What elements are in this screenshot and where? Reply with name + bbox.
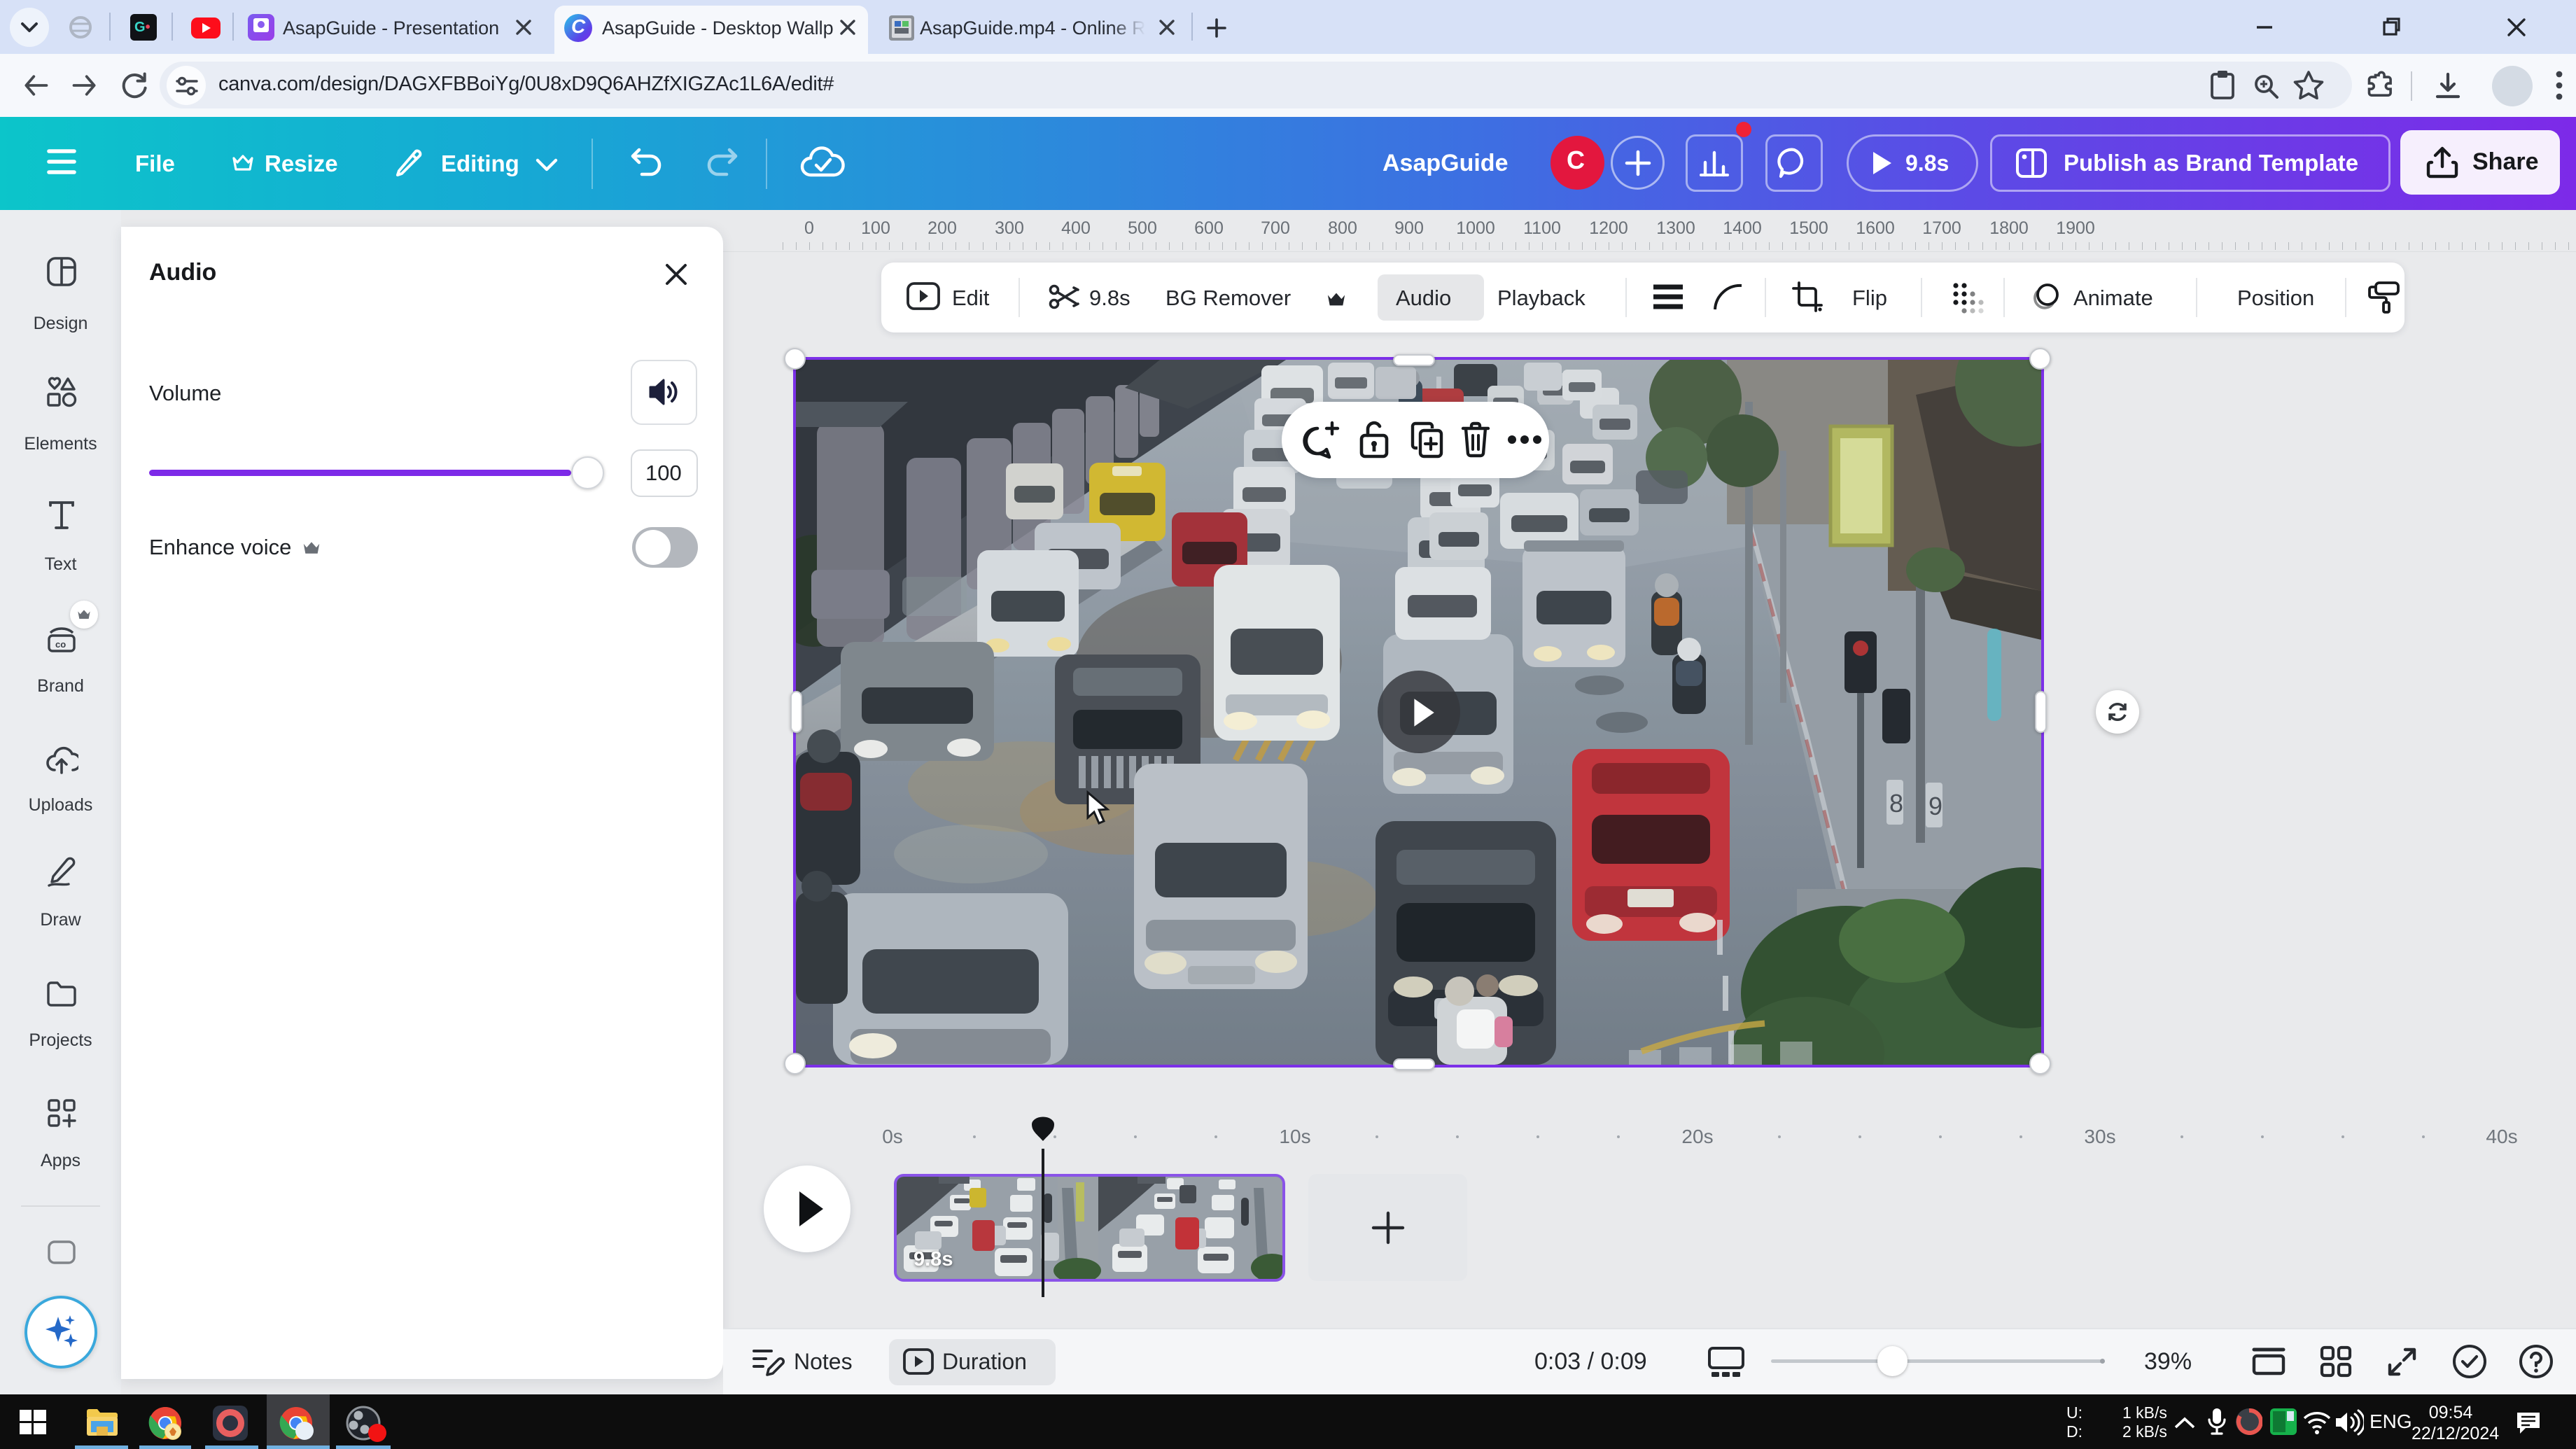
svg-text:co: co <box>55 639 66 650</box>
